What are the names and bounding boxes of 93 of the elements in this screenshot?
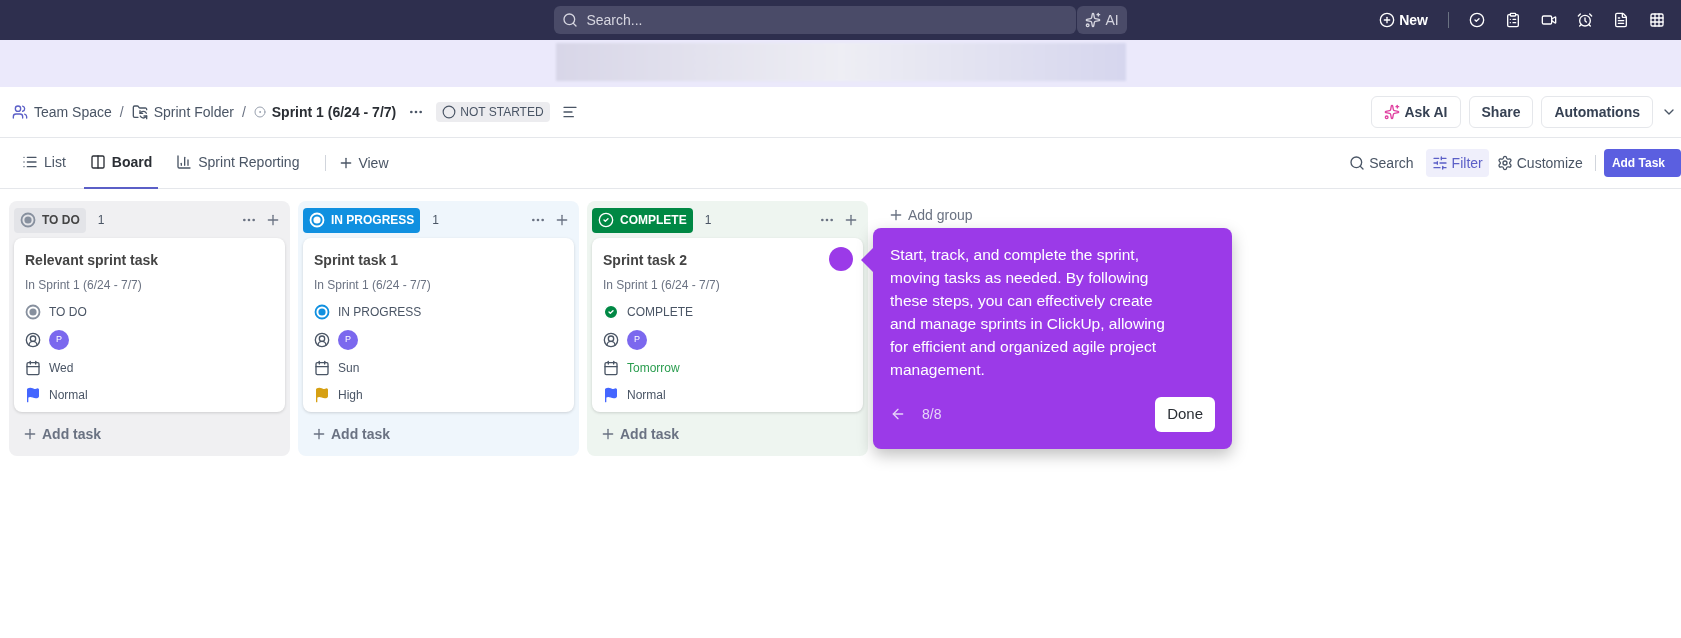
view-tab[interactable]: List xyxy=(16,137,72,189)
clipboard-icon[interactable] xyxy=(1505,12,1521,28)
add-icon[interactable] xyxy=(843,212,859,228)
sprint-status[interactable]: NOT STARTED xyxy=(436,102,550,122)
task-title: Sprint task 2 xyxy=(603,251,688,270)
header-button[interactable]: Ask AI xyxy=(1371,96,1461,128)
video-icon[interactable] xyxy=(1541,12,1557,28)
breadcrumb-separator: / xyxy=(241,103,246,122)
calendar-icon xyxy=(25,360,41,376)
plus-icon xyxy=(888,207,904,223)
apps-icon[interactable] xyxy=(1649,12,1665,28)
circle-icon xyxy=(442,105,457,119)
check-icon[interactable] xyxy=(1469,12,1485,28)
task-count: 1 xyxy=(704,212,712,228)
calendar-icon xyxy=(314,360,330,376)
status-badge[interactable]: TO DO xyxy=(14,207,86,233)
add-task-button[interactable]: Add task xyxy=(14,416,110,452)
avatar[interactable]: P xyxy=(49,330,69,350)
status-badge[interactable]: COMPLETE xyxy=(592,207,693,233)
document-icon[interactable] xyxy=(1613,12,1629,28)
status-text: COMPLETE xyxy=(627,304,693,321)
task-card[interactable]: Sprint task 2 In Sprint 1 (6/24 - 7/7) COMPLETE P Tomorrow Normal xyxy=(592,238,863,412)
sprint-label: In Sprint 1 (6/24 - 7/7) xyxy=(25,277,142,294)
filter-button[interactable]: Filter xyxy=(1425,149,1489,177)
add-view-button[interactable]: View xyxy=(338,153,389,173)
priority-text: High xyxy=(338,387,363,404)
step-counter: 8/8 xyxy=(922,404,942,424)
breadcrumb-link[interactable]: Sprint 1 (6/24 - 7/7) xyxy=(253,102,397,122)
breadcrumb-link[interactable]: Team Space xyxy=(12,102,112,122)
alarm-icon[interactable] xyxy=(1577,12,1593,28)
search-icon xyxy=(1349,155,1366,171)
list-icon xyxy=(22,154,38,170)
customize-button[interactable]: Customize xyxy=(1496,153,1583,173)
breadcrumb-separator: / xyxy=(119,103,124,122)
add-task-button[interactable]: Add task xyxy=(592,416,688,452)
add-icon[interactable] xyxy=(265,212,281,228)
assignee-icon xyxy=(25,332,41,348)
avatar[interactable]: P xyxy=(338,330,358,350)
priority-text: Normal xyxy=(49,387,88,404)
due-date: Wed xyxy=(49,360,74,377)
status-icon xyxy=(25,304,41,320)
task-count: 1 xyxy=(97,212,105,228)
priority-text: Normal xyxy=(627,387,666,404)
check-icon xyxy=(598,212,614,228)
status-icon xyxy=(309,212,325,228)
due-date: Sun xyxy=(338,360,360,377)
search-button[interactable]: Search xyxy=(1349,153,1414,173)
settings-icon xyxy=(1496,155,1513,171)
add-task-button[interactable]: Add Task xyxy=(1603,149,1681,177)
sprint-label: In Sprint 1 (6/24 - 7/7) xyxy=(314,277,431,294)
task-count: 1 xyxy=(432,212,440,228)
ai-button[interactable]: AI xyxy=(1077,6,1127,34)
header-button[interactable]: Share xyxy=(1468,96,1534,128)
new-button[interactable]: New xyxy=(1379,10,1428,30)
view-tab[interactable]: Sprint Reporting xyxy=(170,137,306,189)
task-card[interactable]: Relevant sprint task In Sprint 1 (6/24 - 7/7) TO DO P Wed Normal xyxy=(14,238,285,412)
status-icon xyxy=(314,304,330,320)
task-title: Relevant sprint task xyxy=(25,251,159,270)
sprint-icon xyxy=(253,106,266,118)
team-icon xyxy=(12,104,28,120)
search-bar[interactable]: Search... xyxy=(554,6,1077,34)
assignee-icon xyxy=(314,332,330,348)
task-card[interactable]: Sprint task 1 In Sprint 1 (6/24 - 7/7) IN PROGRESS P Sun High xyxy=(303,238,574,412)
sparkle-icon xyxy=(1384,104,1401,120)
breadcrumb-link[interactable]: Sprint Folder xyxy=(131,102,234,122)
add-icon[interactable] xyxy=(554,212,570,228)
description-icon[interactable] xyxy=(561,104,578,120)
chart-icon xyxy=(176,154,193,170)
avatar[interactable]: P xyxy=(627,330,647,350)
folder-icon xyxy=(131,104,148,120)
view-tab[interactable]: Board xyxy=(83,137,159,189)
plus-icon xyxy=(311,426,327,442)
add-task-button[interactable]: Add task xyxy=(303,416,399,452)
search-field[interactable]: Search... xyxy=(586,10,1069,30)
sprint-label: In Sprint 1 (6/24 - 7/7) xyxy=(603,277,720,294)
sparkle-icon xyxy=(1085,12,1102,28)
header-button[interactable]: Automations xyxy=(1541,96,1653,128)
done-button[interactable]: Done xyxy=(1155,397,1215,432)
plus-icon xyxy=(22,426,38,442)
calendar-icon xyxy=(603,360,619,376)
tour-text: Start, track, and complete the sprint, moving tasks as needed. By following these steps, you can effectively create and manage sprints in ClickUp, allowing for efficient and organized agile project management. xyxy=(890,245,1166,380)
search-icon xyxy=(562,12,579,28)
due-date: Tomorrow xyxy=(627,360,680,377)
status-text: TO DO xyxy=(49,304,87,321)
filter-icon xyxy=(1431,155,1448,171)
status-text: IN PROGRESS xyxy=(338,304,422,321)
plus-icon xyxy=(1379,12,1396,28)
check-icon xyxy=(603,304,619,320)
board-icon xyxy=(89,154,106,170)
task-title: Sprint task 1 xyxy=(314,251,399,270)
plus-icon xyxy=(600,426,616,442)
add-group-button[interactable]: Add group xyxy=(888,201,973,229)
assignee-icon xyxy=(603,332,619,348)
